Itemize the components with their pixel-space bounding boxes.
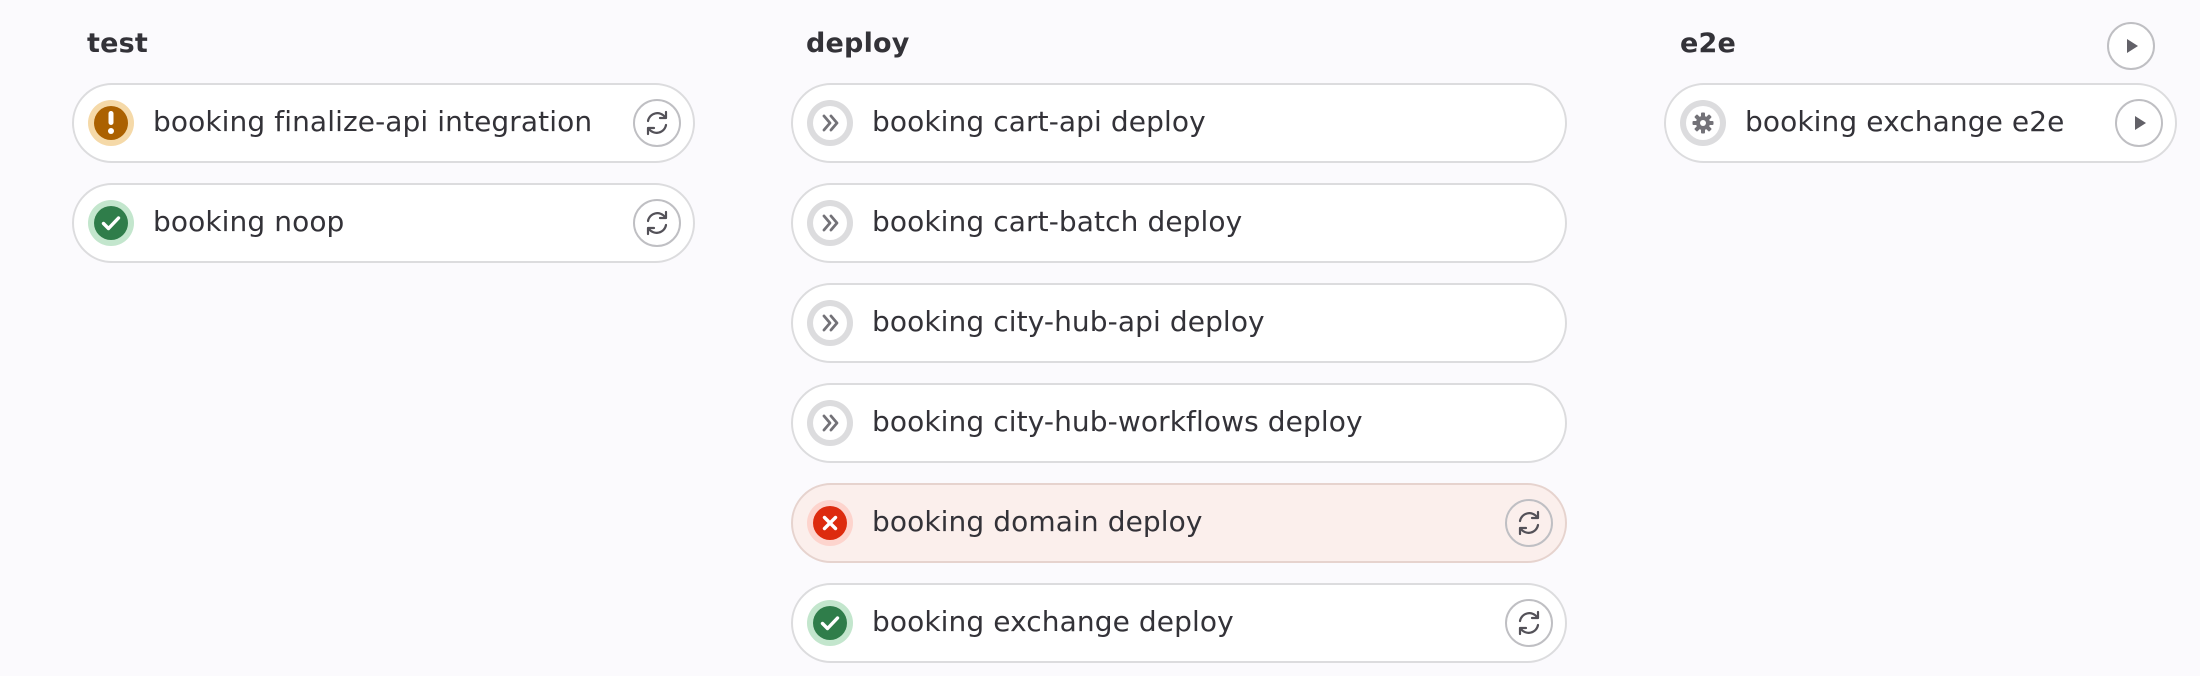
play-icon (2127, 39, 2138, 53)
job-name: booking finalize-api integration (153, 105, 593, 138)
retry-button[interactable] (633, 199, 681, 247)
stage-title-test: test (87, 28, 148, 59)
job-booking-city-hub-workflows-deploy[interactable]: booking city-hub-workflows deploy (791, 383, 1567, 463)
job-name: booking city-hub-api deploy (872, 305, 1265, 338)
retry-icon (646, 210, 668, 236)
job-booking-noop[interactable]: booking noop (72, 183, 695, 263)
stage-title-deploy: deploy (806, 28, 910, 59)
job-name: booking exchange e2e (1745, 105, 2065, 138)
retry-button[interactable] (1505, 499, 1553, 547)
skipped-status-icon (807, 400, 853, 446)
skipped-status-icon (807, 200, 853, 246)
play-button[interactable] (2115, 99, 2163, 147)
job-booking-exchange-deploy[interactable]: booking exchange deploy (791, 583, 1567, 663)
job-name: booking cart-api deploy (872, 105, 1206, 138)
job-name: booking noop (153, 205, 345, 238)
job-name: booking exchange deploy (872, 605, 1234, 638)
retry-button[interactable] (633, 99, 681, 147)
retry-icon (646, 110, 668, 136)
job-booking-exchange-e2e[interactable]: booking exchange e2e (1664, 83, 2177, 163)
job-booking-city-hub-api-deploy[interactable]: booking city-hub-api deploy (791, 283, 1567, 363)
job-booking-cart-api-deploy[interactable]: booking cart-api deploy (791, 83, 1567, 163)
job-name: booking domain deploy (872, 505, 1203, 538)
run-stage-button[interactable] (2107, 22, 2155, 70)
stage-title-e2e: e2e (1680, 28, 1737, 59)
success-status-icon (88, 200, 134, 246)
manual-status-icon (1680, 100, 1726, 146)
retry-button[interactable] (1505, 599, 1553, 647)
job-booking-domain-deploy[interactable]: booking domain deploy (791, 483, 1567, 563)
job-name: booking cart-batch deploy (872, 205, 1243, 238)
retry-icon (1518, 510, 1540, 536)
play-icon (2135, 116, 2146, 130)
failed-status-icon (807, 500, 853, 546)
success-status-icon (807, 600, 853, 646)
warning-status-icon (88, 100, 134, 146)
skipped-status-icon (807, 300, 853, 346)
job-booking-cart-batch-deploy[interactable]: booking cart-batch deploy (791, 183, 1567, 263)
job-name: booking city-hub-workflows deploy (872, 405, 1363, 438)
retry-icon (1518, 610, 1540, 636)
skipped-status-icon (807, 100, 853, 146)
job-booking-finalize-api-integration[interactable]: booking finalize-api integration (72, 83, 695, 163)
